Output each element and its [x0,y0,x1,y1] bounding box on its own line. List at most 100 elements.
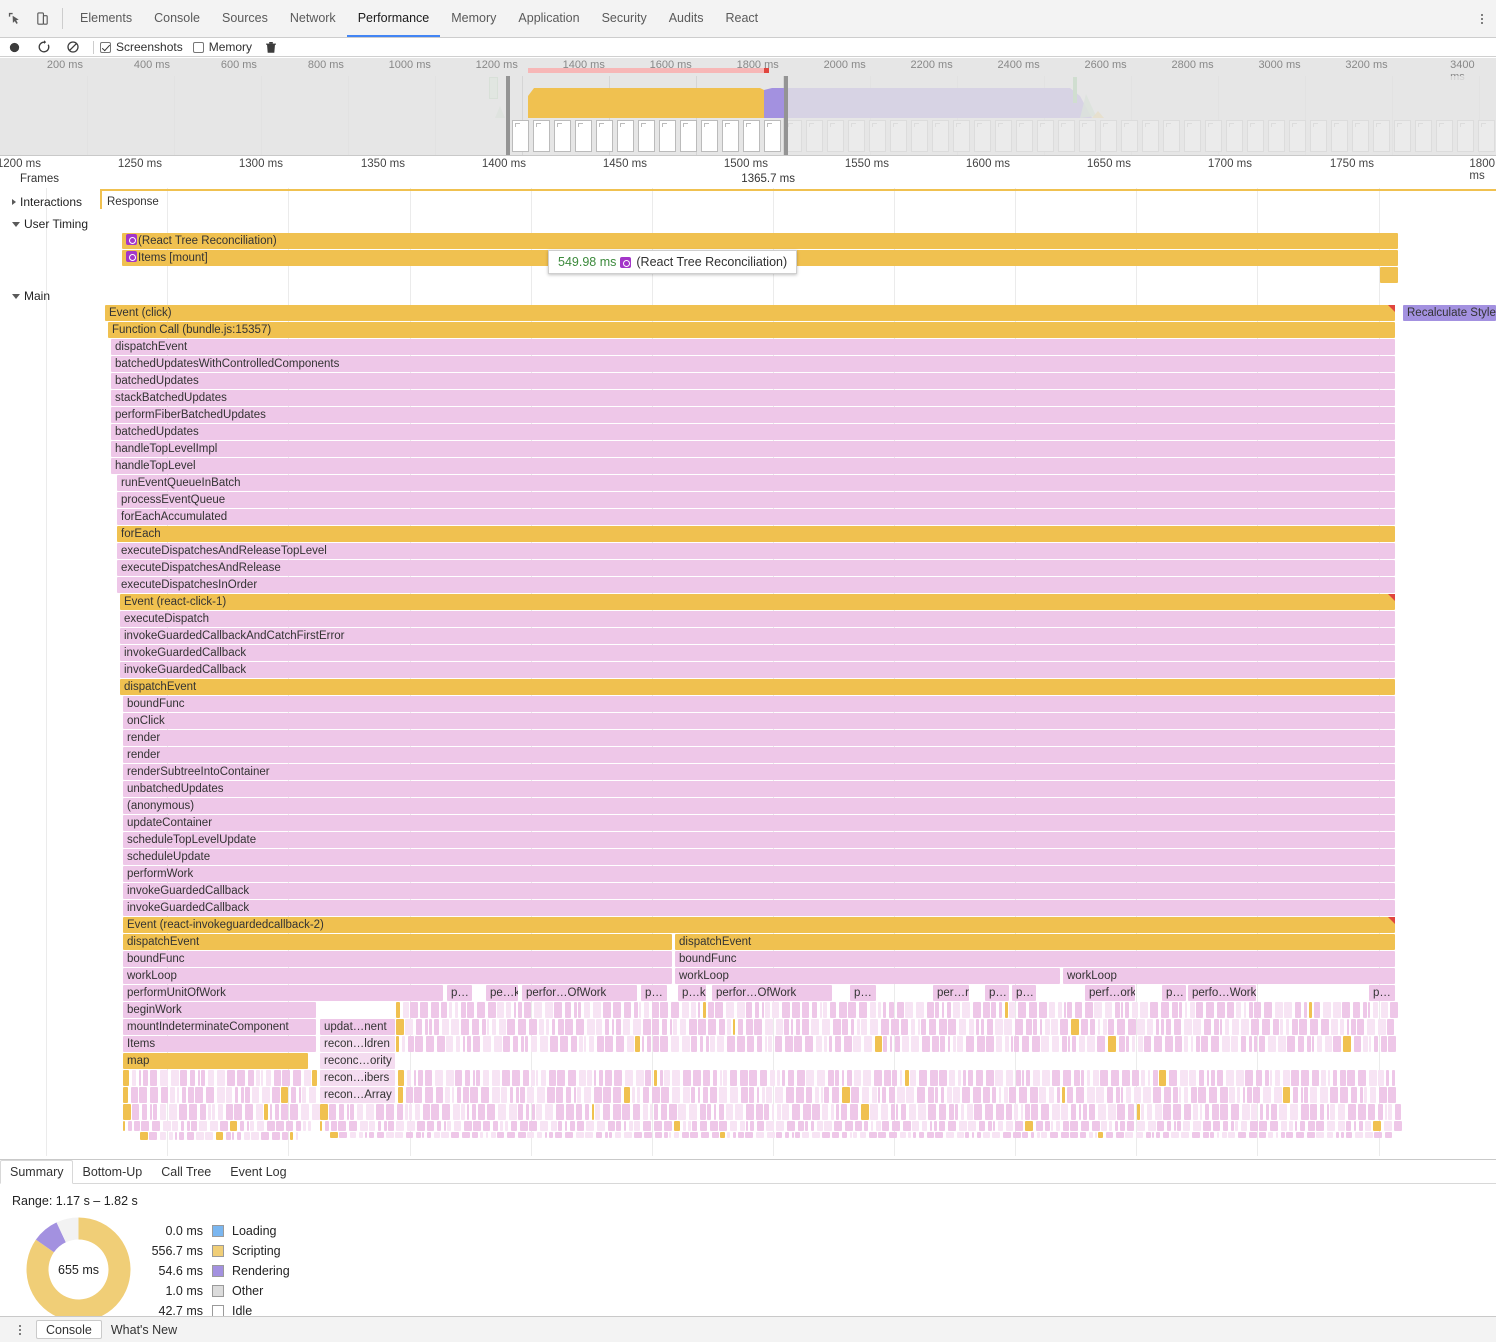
flame-bar-micro[interactable] [216,1132,223,1140]
flame-bar-micro[interactable] [1037,1132,1040,1138]
flame-bar-micro[interactable] [403,1002,409,1018]
flame-bar-micro[interactable] [1164,1087,1171,1103]
flame-bar-micro[interactable] [227,1070,235,1086]
flame-bar-micro[interactable] [134,1121,140,1131]
flame-bar-micro[interactable] [1279,1104,1287,1120]
flame-bar-micro[interactable] [660,1036,668,1052]
flame-bar-micro[interactable] [654,1070,657,1086]
flame-bar-micro[interactable] [1281,1121,1287,1131]
flame-bar-micro[interactable] [1290,1104,1298,1120]
flame-bar-micro[interactable] [1237,1087,1240,1103]
flame-bar-micro[interactable] [566,1087,571,1103]
flame-bar-micro[interactable] [1018,1002,1026,1018]
flame-bar-micro[interactable] [795,1132,800,1138]
flame-bar-micro[interactable] [195,1087,203,1103]
flame-bar-micro[interactable] [820,1002,822,1018]
flame-bar-micro[interactable] [141,1121,149,1131]
flame-bar-micro[interactable] [637,1087,640,1103]
flame-bar-micro[interactable] [416,1019,422,1035]
flame-bar-micro[interactable] [554,1002,562,1018]
flame-bar-micro[interactable] [235,1087,238,1103]
flame-bar-micro[interactable] [577,1121,584,1131]
flame-bar-micro[interactable] [1126,1087,1131,1103]
flame-bar-micro[interactable] [727,1036,735,1052]
flame-bar-micro[interactable] [992,1132,1000,1138]
flame-bar-micro[interactable] [897,1087,905,1103]
flame-bar[interactable]: p… [850,985,876,1001]
flame-bar-micro[interactable] [1153,1087,1161,1103]
tab-sources[interactable]: Sources [211,0,279,37]
flame-bar[interactable]: forEachAccumulated [117,509,1395,525]
flame-bar-micro[interactable] [917,1087,925,1103]
flame-bar-micro[interactable] [1025,1104,1030,1120]
flame-bar-micro[interactable] [549,1070,556,1086]
flame-bar-micro[interactable] [1251,1104,1257,1120]
flame-bar-micro[interactable] [406,1087,413,1103]
flame-bar-micro[interactable] [1367,1019,1375,1035]
flame-bar-micro[interactable] [150,1070,157,1086]
flame-bar-micro[interactable] [1093,1070,1099,1086]
flame-bar-micro[interactable] [719,1019,725,1035]
tab-performance[interactable]: Performance [347,0,441,37]
flame-bar-micro[interactable] [1181,1132,1189,1138]
flame-bar-micro[interactable] [1378,1104,1383,1120]
flame-bar-micro[interactable] [720,1070,722,1086]
flame-bar-micro[interactable] [853,1132,857,1138]
flame-bar-micro[interactable] [892,1121,900,1131]
flame-bar-micro[interactable] [965,1132,969,1138]
flame-bar-micro[interactable] [226,1132,231,1140]
flame-bar-micro[interactable] [405,1019,413,1035]
flame-bar-micro[interactable] [669,1132,671,1138]
flame-bar-micro[interactable] [1015,1019,1023,1035]
flame-bar-micro[interactable] [1241,1019,1249,1035]
flame-bar-micro[interactable] [1016,1070,1021,1086]
flame-bar-micro[interactable] [850,1104,858,1120]
flame-bar-micro[interactable] [934,1121,937,1131]
flame-bar-micro[interactable] [1117,1104,1125,1120]
flame-bar-micro[interactable] [505,1121,508,1131]
flame-bar-micro[interactable] [902,1036,909,1052]
flame-bar-micro[interactable] [861,1104,869,1120]
flame-bar-micro[interactable] [1100,1070,1108,1086]
flame-bar-micro[interactable] [995,1019,1003,1035]
flame-bar-micro[interactable] [881,1019,889,1035]
flame-bar-micro[interactable] [1085,1002,1093,1018]
flame-bar-micro[interactable] [1291,1070,1299,1086]
flame-bar-micro[interactable] [700,1036,703,1052]
flame-bar-micro[interactable] [537,1132,542,1138]
flame-bar-micro[interactable] [775,1036,782,1052]
flame-bar-micro[interactable] [1033,1070,1040,1086]
flame-bar-micro[interactable] [571,1036,577,1052]
flame-bar-micro[interactable] [682,1132,689,1138]
flame-bar-micro[interactable] [181,1121,184,1131]
flame-bar-micro[interactable] [1293,1087,1298,1103]
flame-bar-micro[interactable] [1220,1104,1228,1120]
flame-bar-micro[interactable] [247,1121,249,1131]
flame-bar-micro[interactable] [1180,1070,1188,1086]
flame-bar-micro[interactable] [1089,1132,1093,1138]
flame-bar-micro[interactable] [953,1002,960,1018]
flame-bar-micro[interactable] [719,1087,727,1103]
flame-bar-micro[interactable] [296,1121,301,1131]
flame-bar-micro[interactable] [251,1132,259,1140]
flame-bar-micro[interactable] [1381,1002,1388,1018]
flame-bar-micro[interactable] [1061,1104,1068,1120]
flame-bar-micro[interactable] [791,1019,793,1035]
flame-bar-micro[interactable] [969,1019,974,1035]
flame-bar-micro[interactable] [870,1002,876,1018]
flame-bar-micro[interactable] [396,1036,399,1052]
flame-bar-micro[interactable] [1173,1087,1178,1103]
flame-bar-micro[interactable] [1155,1104,1162,1120]
flame-bar-micro[interactable] [1004,1087,1008,1103]
flame-bar-micro[interactable] [1253,1087,1260,1103]
flame-bar-micro[interactable] [410,1002,418,1018]
flame-bar-micro[interactable] [613,1087,621,1103]
flame-bar-micro[interactable] [1369,1036,1371,1052]
flame-bar-micro[interactable] [444,1121,446,1131]
flame-bar-micro[interactable] [948,1036,950,1052]
flame-bar[interactable]: render [123,730,1395,746]
flame-bar[interactable]: performUnitOfWork [123,985,443,1001]
flame-bar-micro[interactable] [845,1121,853,1131]
flame-bar-micro[interactable] [770,1070,775,1086]
flame-bar-micro[interactable] [1089,1104,1095,1120]
